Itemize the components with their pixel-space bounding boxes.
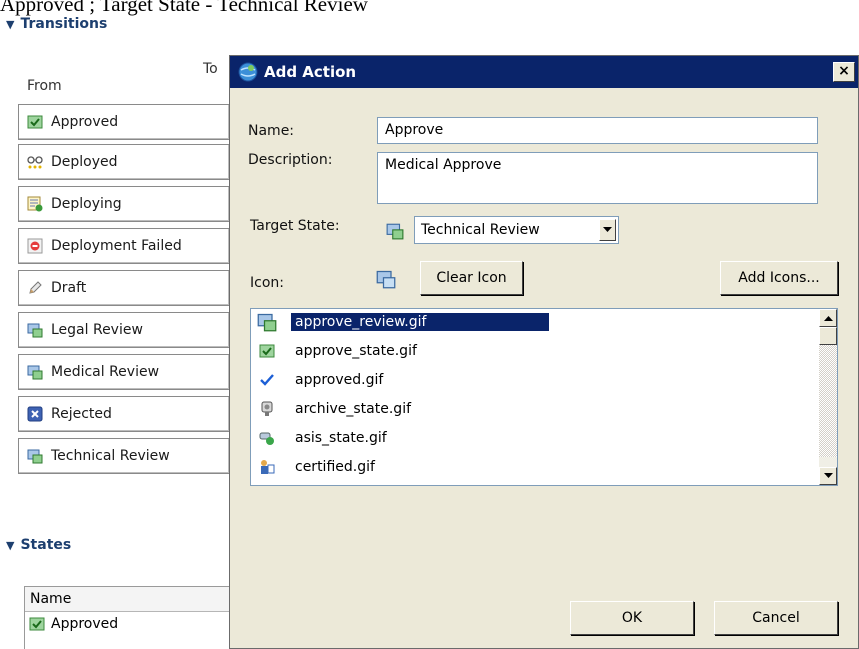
name-label: Name:: [248, 123, 295, 139]
review-state-icon: [257, 313, 277, 332]
state-label: Approved: [51, 114, 119, 130]
transition-state-rejected[interactable]: Rejected: [18, 396, 230, 432]
description-field[interactable]: Medical Approve: [377, 152, 818, 204]
target-state-select[interactable]: Technical Review: [414, 216, 619, 244]
review-state-icon: [27, 365, 43, 380]
transition-state-approved[interactable]: Approved: [18, 104, 230, 140]
description-label: Description:: [248, 152, 333, 168]
icon-file-label: approved.gif: [295, 372, 384, 388]
transition-state-deployed[interactable]: Deployed: [18, 144, 230, 180]
collapse-triangle-icon[interactable]: ▼: [6, 18, 14, 31]
review-state-icon: [27, 449, 43, 464]
name-field[interactable]: Approve: [377, 117, 818, 144]
icon-file-item[interactable]: approved.gif: [257, 366, 387, 394]
deployed-glasses-icon: [27, 156, 43, 169]
states-table-row[interactable]: Approved: [25, 612, 229, 636]
chevron-down-icon[interactable]: [599, 219, 616, 241]
deploying-doc-icon: [27, 196, 43, 212]
states-title: States: [20, 537, 72, 553]
state-label: Legal Review: [51, 322, 143, 338]
review-state-icon: [386, 223, 404, 240]
review-state-icon: [27, 323, 43, 338]
icon-file-item[interactable]: certified.gif: [257, 453, 379, 481]
approved-check-icon: [259, 344, 275, 358]
chevron-up-icon: [823, 316, 833, 321]
chevron-down-icon: [823, 473, 833, 478]
transition-state-medical-review[interactable]: Medical Review: [18, 354, 230, 390]
icon-file-label: archive_state.gif: [295, 401, 412, 417]
states-section-header[interactable]: ▼ States: [6, 537, 71, 553]
icon-file-item[interactable]: asis_state.gif: [257, 424, 391, 452]
state-label: Deployment Failed: [51, 238, 182, 254]
vertical-scrollbar[interactable]: [819, 309, 837, 485]
state-label: Deploying: [51, 196, 122, 212]
transition-state-deploying[interactable]: Deploying: [18, 186, 230, 222]
icon-file-label: certified.gif: [295, 459, 375, 475]
icon-label: Icon:: [250, 275, 284, 291]
transitions-section-header[interactable]: ▼ Transitions: [6, 16, 107, 32]
state-label: Medical Review: [51, 364, 160, 380]
certified-icon: [261, 460, 275, 474]
pencil-icon: [29, 281, 42, 294]
icon-file-item[interactable]: archive_state.gif: [257, 395, 415, 423]
icon-file-label: approve_state.gif: [295, 343, 417, 359]
dialog-title: Add Action: [264, 63, 357, 81]
ok-button[interactable]: OK: [570, 601, 694, 635]
asis-state-icon: [259, 432, 274, 445]
transition-state-deployment-failed[interactable]: Deployment Failed: [18, 228, 230, 264]
scroll-up-button[interactable]: [819, 309, 837, 327]
approved-check-icon: [29, 617, 45, 631]
state-label: Rejected: [51, 406, 112, 422]
state-label: Draft: [51, 280, 87, 296]
rejected-x-icon: [27, 406, 43, 422]
scroll-down-button[interactable]: [819, 467, 837, 485]
icon-file-item[interactable]: approve_review.gif: [257, 309, 550, 336]
approved-check-icon: [27, 115, 43, 129]
add-action-dialog: Add Action × Name: Approve Description: …: [229, 55, 859, 649]
state-label: Deployed: [51, 154, 118, 170]
transition-state-draft[interactable]: Draft: [18, 270, 230, 306]
icon-file-item[interactable]: close.gif: [257, 482, 357, 485]
failed-red-icon: [27, 238, 43, 254]
to-column-header: To: [203, 61, 218, 77]
blue-checkmark-icon: [260, 374, 274, 386]
target-state-label: Target State:: [250, 218, 340, 234]
clear-icon-button[interactable]: Clear Icon: [420, 261, 523, 295]
state-label: Technical Review: [51, 448, 170, 464]
icon-file-label: approve_review.gif: [290, 312, 550, 332]
transition-state-technical-review[interactable]: Technical Review: [18, 438, 230, 474]
transitions-title: Transitions: [20, 16, 108, 32]
states-column-name[interactable]: Name: [25, 587, 229, 612]
close-button[interactable]: ×: [833, 62, 855, 82]
icon-file-label: asis_state.gif: [295, 430, 387, 446]
scroll-thumb[interactable]: [819, 327, 837, 345]
dialog-titlebar[interactable]: Add Action ×: [230, 56, 858, 88]
add-icons-button[interactable]: Add Icons...: [720, 261, 838, 295]
archive-state-icon: [261, 401, 273, 416]
page-caption: Approved ; Target State - Technical Revi…: [0, 0, 368, 16]
current-icon-preview: [376, 270, 396, 289]
target-state-value: Technical Review: [421, 222, 540, 238]
transition-state-legal-review[interactable]: Legal Review: [18, 312, 230, 348]
cancel-button[interactable]: Cancel: [714, 601, 838, 635]
states-row-label: Approved: [51, 616, 119, 632]
from-column-header: From: [27, 78, 62, 94]
globe-icon: [238, 62, 258, 82]
scroll-track[interactable]: [819, 345, 837, 457]
icon-file-list[interactable]: approve_review.gif approve_state.gifappro…: [250, 308, 838, 486]
icon-file-item[interactable]: approve_state.gif: [257, 337, 421, 365]
collapse-triangle-icon[interactable]: ▼: [6, 539, 14, 552]
states-table: Name Approved: [24, 586, 230, 649]
